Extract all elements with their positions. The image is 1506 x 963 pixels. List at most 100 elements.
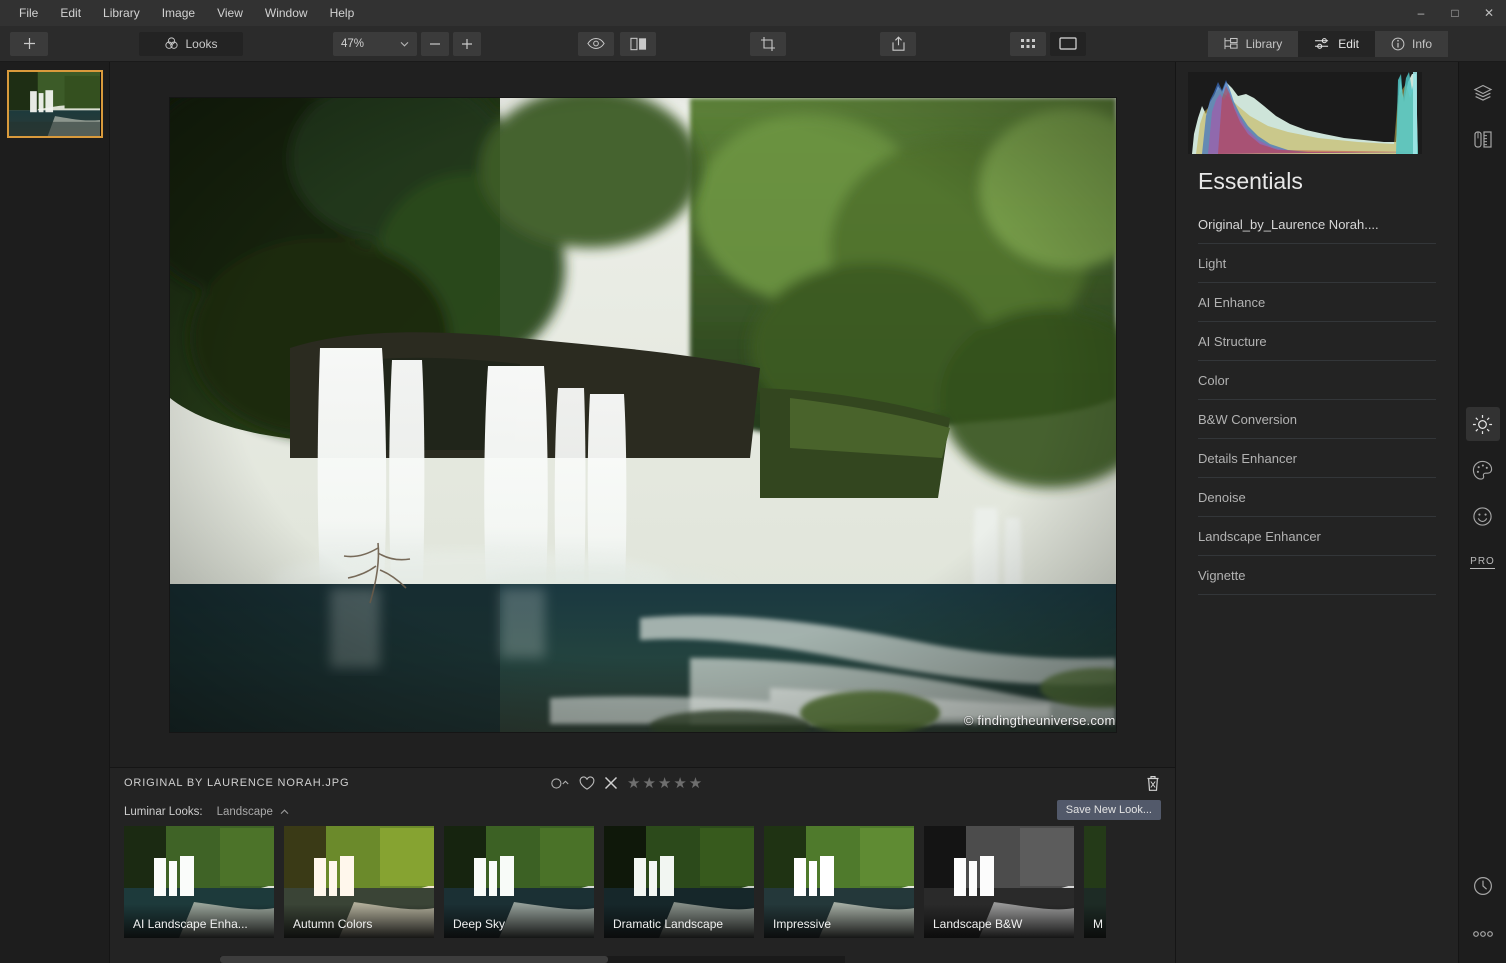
grid-view-icon: [1020, 38, 1036, 50]
look-card-dramatic-landscape[interactable]: Dramatic Landscape: [604, 826, 754, 938]
star-rating[interactable]: ★★★★★: [627, 774, 704, 792]
color-label-icon[interactable]: [550, 777, 570, 790]
portrait-face-button[interactable]: [1466, 499, 1500, 533]
image-watermark: © findingtheuniverse.com: [964, 713, 1116, 728]
menu-item-edit[interactable]: Edit: [49, 3, 92, 23]
info-icon: [1391, 37, 1405, 51]
layers-button[interactable]: [1466, 76, 1500, 110]
histogram-graph: [1188, 72, 1422, 154]
menu-item-image[interactable]: Image: [151, 3, 206, 23]
tools-ruler-icon: [1473, 130, 1493, 149]
zoom-level-select[interactable]: 47%: [333, 32, 417, 56]
panel-title: Essentials: [1198, 168, 1446, 195]
export-share-button[interactable]: [880, 32, 916, 56]
accordion-item-denoise[interactable]: Denoise: [1198, 478, 1436, 517]
looks-button[interactable]: Looks: [139, 32, 243, 56]
pro-button[interactable]: PRO: [1466, 545, 1500, 579]
zoom-in-button[interactable]: [453, 32, 481, 56]
filmstrip-item-selected[interactable]: [7, 70, 103, 138]
rgb-histogram: [1188, 72, 1422, 154]
crop-button[interactable]: [750, 32, 786, 56]
accordion-item-landscape-enhancer[interactable]: Landscape Enhancer: [1198, 517, 1436, 556]
close-button[interactable]: ✕: [1472, 0, 1506, 26]
waterfall-thumbnail: [9, 72, 101, 137]
edit-side-panel: Essentials Original_by_Laurence Norah...…: [1176, 62, 1458, 963]
main-photo[interactable]: © findingtheuniverse.com: [170, 98, 1116, 732]
plus-icon: [461, 38, 473, 50]
tab-edit-label: Edit: [1338, 37, 1359, 51]
scrollbar-thumb[interactable]: [220, 956, 608, 963]
look-card-label: AI Landscape Enha...: [124, 904, 274, 938]
look-card-ai-landscape[interactable]: AI Landscape Enha...: [124, 826, 274, 938]
tab-info[interactable]: Info: [1375, 31, 1448, 57]
menu-item-help[interactable]: Help: [319, 3, 366, 23]
more-options-button[interactable]: [1466, 917, 1500, 951]
window-controls: – □ ✕: [1404, 0, 1506, 26]
accordion-item-details-enhancer[interactable]: Details Enhancer: [1198, 439, 1436, 478]
menu-item-library[interactable]: Library: [92, 3, 151, 23]
export-group: [880, 32, 916, 56]
looks-thumbnail-strip[interactable]: AI Landscape Enha... Autumn Colors: [110, 826, 1175, 963]
look-card-impressive[interactable]: Impressive: [764, 826, 914, 938]
look-card-landscape-bw[interactable]: Landscape B&W: [924, 826, 1074, 938]
tab-library[interactable]: Library: [1208, 31, 1299, 57]
essentials-sun-button[interactable]: [1466, 407, 1500, 441]
image-footer-bar: ORIGINAL BY LAURENCE NORAH.JPG: [110, 768, 1175, 798]
history-button[interactable]: [1466, 869, 1500, 903]
looks-panel: ORIGINAL BY LAURENCE NORAH.JPG: [110, 767, 1176, 963]
rating-controls: ★★★★★: [550, 768, 704, 798]
looks-category-value: Landscape: [217, 806, 273, 818]
add-image-button[interactable]: [10, 32, 48, 56]
zoom-level-value: 47%: [341, 38, 364, 50]
accordion-item-light[interactable]: Light: [1198, 244, 1436, 283]
sliders-icon: [1314, 37, 1331, 50]
save-new-look-button[interactable]: Save New Look...: [1057, 800, 1161, 820]
tab-edit[interactable]: Edit: [1298, 31, 1375, 57]
tools-ruler-button[interactable]: [1466, 122, 1500, 156]
accordion-item-ai-enhance[interactable]: AI Enhance: [1198, 283, 1436, 322]
rail-bottom-group: [1459, 869, 1506, 951]
reject-x-icon[interactable]: [604, 776, 618, 790]
trash-icon: [1145, 774, 1161, 792]
history-clock-icon: [1472, 875, 1494, 897]
looks-horizontal-scrollbar[interactable]: [220, 956, 845, 963]
menu-item-window[interactable]: Window: [254, 3, 319, 23]
more-dots-icon: [1472, 930, 1494, 938]
tab-info-label: Info: [1412, 37, 1432, 51]
look-card-deep-sky[interactable]: Deep Sky: [444, 826, 594, 938]
plus-icon: [23, 37, 36, 50]
minimize-button[interactable]: –: [1404, 0, 1438, 26]
looks-subbar: Luminar Looks: Landscape Save New Look..…: [110, 798, 1175, 826]
look-card-autumn-colors[interactable]: Autumn Colors: [284, 826, 434, 938]
looks-category-select[interactable]: Landscape: [217, 806, 289, 818]
accordion-item-bw-conversion[interactable]: B&W Conversion: [1198, 400, 1436, 439]
menu-item-file[interactable]: File: [8, 3, 49, 23]
maximize-button[interactable]: □: [1438, 0, 1472, 26]
accordion-item-original-file[interactable]: Original_by_Laurence Norah....: [1198, 205, 1436, 244]
preview-toggle-button[interactable]: [578, 32, 614, 56]
compare-before-after-button[interactable]: [620, 32, 656, 56]
look-card-partial[interactable]: M: [1084, 826, 1106, 938]
canvas-area[interactable]: © findingtheuniverse.com: [110, 62, 1176, 767]
look-card-label: M: [1084, 904, 1106, 938]
zoom-out-button[interactable]: [421, 32, 449, 56]
preview-compare-group: [578, 32, 656, 56]
crop-icon: [760, 36, 776, 52]
main-toolbar: Looks 47%: [0, 26, 1506, 62]
eye-icon: [587, 37, 605, 50]
rail-middle-group: PRO: [1459, 407, 1506, 579]
menu-item-view[interactable]: View: [206, 3, 254, 23]
portrait-face-icon: [1472, 506, 1493, 527]
delete-button[interactable]: [1145, 774, 1161, 792]
single-view-button[interactable]: [1050, 32, 1086, 56]
palette-creative-icon: [1472, 460, 1493, 481]
current-filename: ORIGINAL BY LAURENCE NORAH.JPG: [124, 777, 349, 789]
luminar-app-window: File Edit Library Image View Window Help…: [0, 0, 1506, 963]
right-icon-rail: PRO: [1458, 62, 1506, 963]
accordion-item-vignette[interactable]: Vignette: [1198, 556, 1436, 595]
grid-view-button[interactable]: [1010, 32, 1046, 56]
accordion-item-color[interactable]: Color: [1198, 361, 1436, 400]
creative-palette-button[interactable]: [1466, 453, 1500, 487]
accordion-item-ai-structure[interactable]: AI Structure: [1198, 322, 1436, 361]
heart-icon[interactable]: [579, 776, 595, 791]
